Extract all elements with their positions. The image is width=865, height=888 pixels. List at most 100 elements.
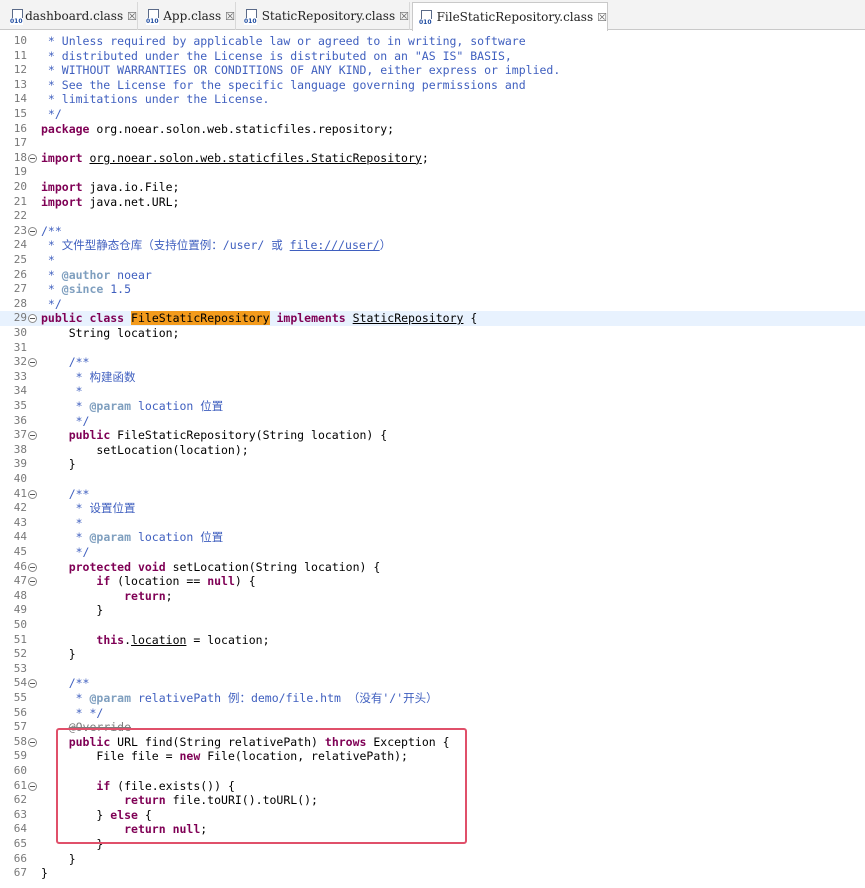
code-text: * @author noear [41,268,152,283]
code-line[interactable]: 20 import java.io.File; [0,180,865,195]
line-number: 55 [13,691,27,704]
code-line[interactable]: 47 if (location == null) { [0,574,865,589]
code-line[interactable]: 63 } else { [0,808,865,823]
line-number: 18 [13,150,27,164]
code-line[interactable]: 49 } [0,603,865,618]
code-line[interactable]: 61 if (file.exists()) { [0,779,865,794]
code-line[interactable]: 32 /** [0,355,865,370]
line-number: 67 [13,866,27,880]
code-line[interactable]: 40 [0,472,865,487]
code-line[interactable]: 12 * WITHOUT WARRANTIES OR CONDITIONS OF… [0,63,865,78]
code-line[interactable]: 52 } [0,647,865,662]
code-line[interactable]: 46 protected void setLocation(String loc… [0,560,865,575]
code-token: URL find(String relativePath) [110,734,325,749]
code-line[interactable]: 41 /** [0,487,865,502]
code-token: File(location, relativePath); [200,749,408,764]
code-line[interactable]: 39 } [0,457,865,472]
code-line[interactable]: 56 * */ [0,706,865,721]
fold-toggle-icon[interactable] [28,153,37,163]
tab-filestaticrepository-class[interactable]: FileStaticRepository.class ☒ [412,2,608,31]
code-line[interactable]: 36 */ [0,414,865,429]
code-text: * 文件型静态仓库（支持位置例：/user/ 或 file:///user/） [41,238,391,253]
code-line[interactable]: 60 [0,764,865,779]
close-icon[interactable]: ☒ [597,11,607,24]
line-number: 28 [13,296,27,310]
code-text: protected void setLocation(String locati… [41,560,381,575]
code-line[interactable]: 34 * [0,384,865,399]
close-icon[interactable]: ☒ [225,10,235,23]
code-token: * 构建函数 [41,369,136,384]
code-line[interactable]: 30 String location; [0,326,865,341]
code-text: * @since 1.5 [41,282,131,297]
code-token: return [124,588,166,603]
code-line[interactable]: 51 this.location = location; [0,633,865,648]
line-number: 57 [13,720,27,734]
code-line[interactable]: 37 public FileStaticRepository(String lo… [0,428,865,443]
code-line[interactable]: 59 File file = new File(location, relati… [0,749,865,764]
class-file-icon [419,10,433,26]
code-line[interactable]: 55 * @param relativePath 例：demo/file.htm… [0,691,865,706]
code-line[interactable]: 10 * Unless required by applicable law o… [0,34,865,49]
fold-toggle-icon[interactable] [28,489,37,499]
fold-toggle-icon[interactable] [28,577,37,587]
code-line[interactable]: 17 [0,136,865,151]
code-line[interactable]: 50 [0,618,865,633]
code-token: . [124,632,132,647]
code-line[interactable]: 44 * @param location 位置 [0,530,865,545]
fold-toggle-icon[interactable] [28,431,37,441]
code-line[interactable]: 27 * @since 1.5 [0,282,865,297]
fold-toggle-icon[interactable] [28,737,37,747]
code-line[interactable]: 48 return; [0,589,865,604]
code-line[interactable]: 24 * 文件型静态仓库（支持位置例：/user/ 或 file:///user… [0,238,865,253]
code-line[interactable]: 19 [0,165,865,180]
code-line[interactable]: 45 */ [0,545,865,560]
code-line[interactable]: 11 * distributed under the License is di… [0,49,865,64]
code-line[interactable]: 54 /** [0,676,865,691]
code-line[interactable]: 26 * @author noear [0,268,865,283]
close-icon[interactable]: ☒ [399,10,409,23]
code-line[interactable]: 57 @Override [0,720,865,735]
code-token: @author [61,267,111,282]
line-number: 41 [13,486,27,500]
code-line[interactable]: 13 * See the License for the specific la… [0,78,865,93]
code-line[interactable]: 23 /** [0,224,865,239]
fold-toggle-icon[interactable] [28,562,37,572]
code-text: * distributed under the License is distr… [41,49,512,64]
code-line[interactable]: 14 * limitations under the License. [0,92,865,107]
code-line[interactable]: 53 [0,662,865,677]
tab-staticrepository-class[interactable]: StaticRepository.class ☒ [238,2,410,30]
code-token: * */ [41,705,104,720]
code-line[interactable]: 58 public URL find(String relativePath) … [0,735,865,750]
tab-dashboard-class[interactable]: dashboard.class ☒ [4,2,138,30]
code-line[interactable]: 42 * 设置位置 [0,501,865,516]
code-line[interactable]: 62 return file.toURI().toURL(); [0,793,865,808]
code-line[interactable]: 21 import java.net.URL; [0,195,865,210]
code-token: * See the License for the specific langu… [41,77,526,92]
code-line[interactable]: 31 [0,341,865,356]
code-line[interactable]: 38 setLocation(location); [0,443,865,458]
code-line[interactable]: 66 } [0,852,865,867]
close-icon[interactable]: ☒ [127,10,137,23]
code-line[interactable]: 15 */ [0,107,865,122]
code-line[interactable]: 25 * [0,253,865,268]
code-line[interactable]: 35 * @param location 位置 [0,399,865,414]
code-text: } [41,852,76,867]
fold-toggle-icon[interactable] [28,781,37,791]
code-line[interactable]: 43 * [0,516,865,531]
code-line[interactable]: 16 package org.noear.solon.web.staticfile… [0,122,865,137]
code-line[interactable]: 65 } [0,837,865,852]
code-line[interactable]: 33 * 构建函数 [0,370,865,385]
code-line[interactable]: 64 return null; [0,822,865,837]
fold-toggle-icon[interactable] [28,314,37,324]
code-line[interactable]: 28 */ [0,297,865,312]
fold-toggle-icon[interactable] [28,679,37,689]
code-line[interactable]: 18 import org.noear.solon.web.staticfiles… [0,151,865,166]
code-line[interactable]: 67} [0,866,865,881]
code-line[interactable]: 22 [0,209,865,224]
fold-toggle-icon[interactable] [28,226,37,236]
code-editor[interactable]: 10 * Unless required by applicable law o… [0,31,865,888]
code-line[interactable]: 29 public class FileStaticRepository impl… [0,311,865,326]
tab-app-class[interactable]: App.class ☒ [140,2,236,30]
fold-toggle-icon[interactable] [28,358,37,368]
